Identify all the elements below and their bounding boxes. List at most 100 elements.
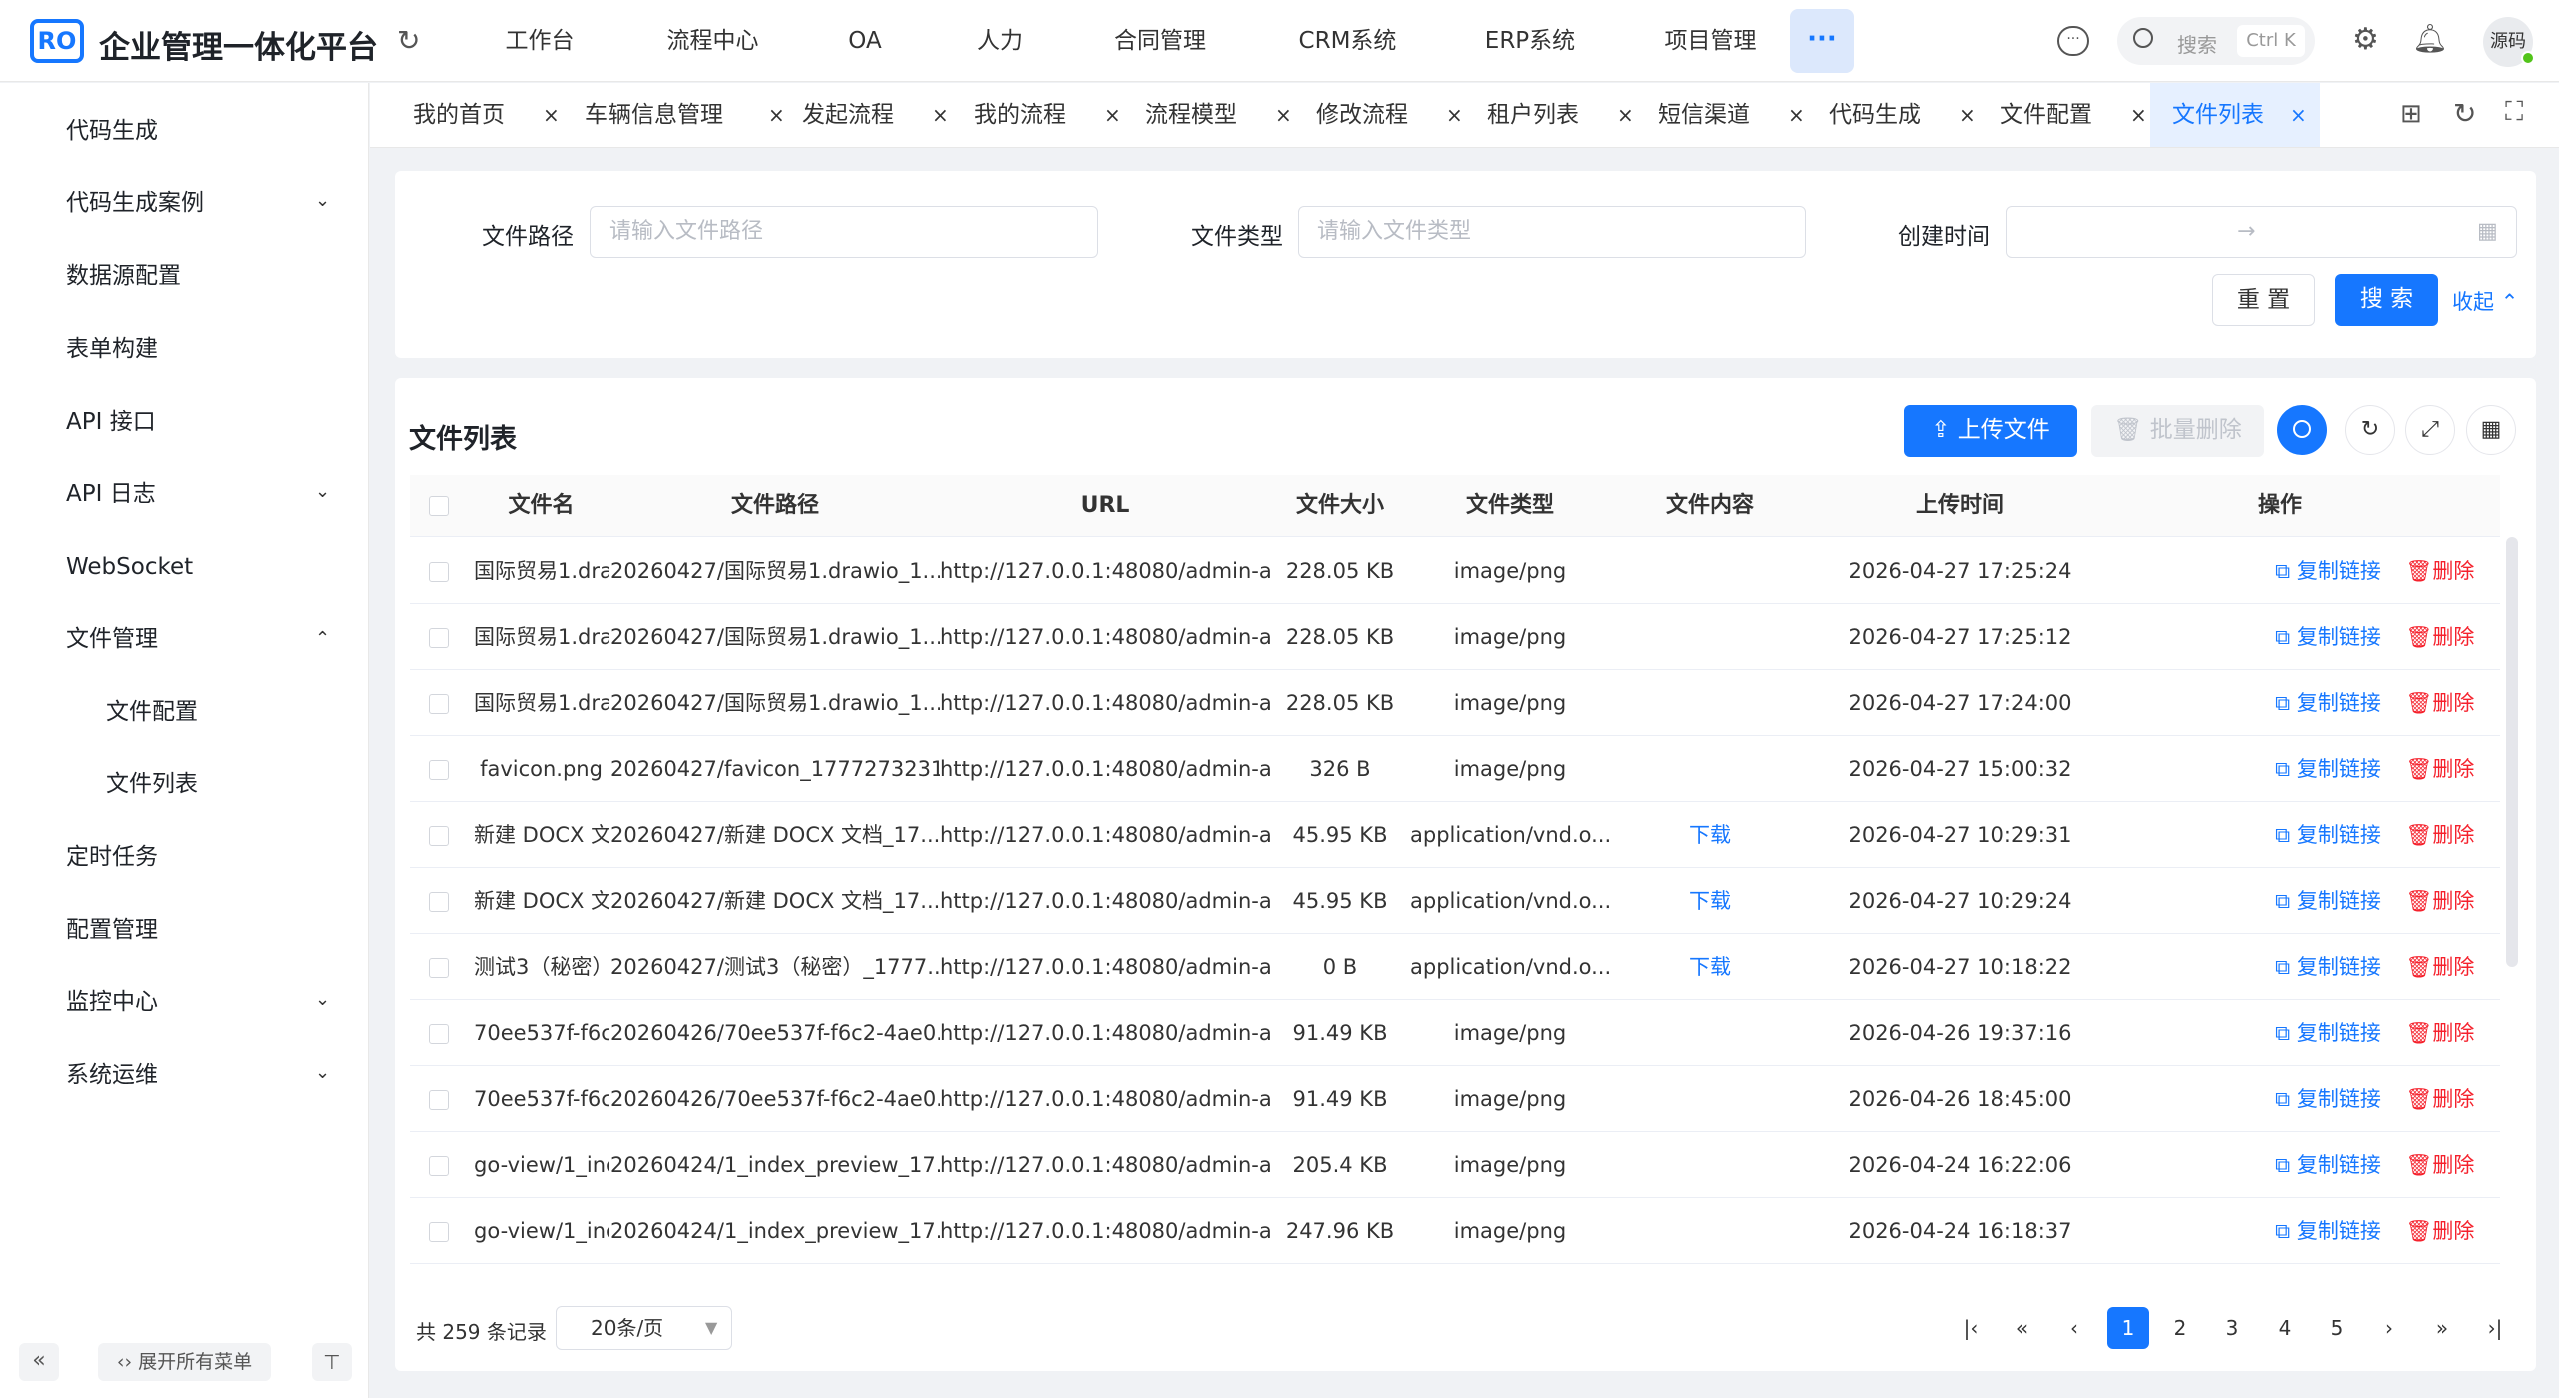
tab-home[interactable]: 我的首页 ×: [413, 83, 563, 147]
fullscreen-table-button[interactable]: ⤢: [2405, 405, 2455, 455]
batch-delete-button[interactable]: 🗑︎ 批量删除: [2091, 405, 2264, 457]
nav-item-erp[interactable]: ERP系统: [1480, 0, 1580, 82]
nav-item-contract[interactable]: 合同管理: [1110, 0, 1210, 82]
tab-tenant-list[interactable]: 租户列表 ×: [1487, 83, 1637, 147]
search-button[interactable]: 搜 索: [2335, 274, 2438, 326]
refresh-table-button[interactable]: ↻: [2345, 405, 2395, 455]
copy-link-button[interactable]: ⧉ 复制链接: [2263, 604, 2393, 670]
tab-vehicle-info[interactable]: 车辆信息管理 ×: [585, 83, 785, 147]
table-scrollbar[interactable]: [2506, 537, 2518, 967]
sidebar-item-monitor[interactable]: 监控中心: [66, 982, 158, 1022]
bell-icon[interactable]: 🔔︎: [2412, 22, 2448, 55]
sidebar-item-form-builder[interactable]: 表单构建: [66, 329, 158, 369]
col-url[interactable]: URL: [940, 475, 1270, 537]
copy-link-button[interactable]: ⧉ 复制链接: [2263, 1198, 2393, 1264]
row-checkbox[interactable]: [429, 826, 449, 846]
sidebar-item-file-mgmt[interactable]: 文件管理: [66, 619, 158, 659]
nav-item-process-center[interactable]: 流程中心: [660, 0, 765, 82]
cell-content[interactable]: 下载: [1610, 934, 1810, 1000]
expand-all-menus-button[interactable]: ‹› 展开所有菜单: [98, 1343, 271, 1381]
row-checkbox[interactable]: [429, 562, 449, 582]
copy-link-button[interactable]: ⧉ 复制链接: [2263, 802, 2393, 868]
reload-tab-icon[interactable]: ↻: [2453, 97, 2476, 130]
col-filename[interactable]: 文件名: [474, 475, 609, 537]
sidebar-item-scheduled-tasks[interactable]: 定时任务: [66, 837, 158, 877]
row-checkbox[interactable]: [429, 694, 449, 714]
row-checkbox[interactable]: [429, 760, 449, 780]
refresh-icon[interactable]: ↻: [397, 24, 420, 57]
copy-link-button[interactable]: ⧉ 复制链接: [2263, 1000, 2393, 1066]
close-icon[interactable]: ×: [1446, 83, 1463, 147]
search-toggle-button[interactable]: [2277, 405, 2327, 455]
copy-link-button[interactable]: ⧉ 复制链接: [2263, 868, 2393, 934]
delete-button[interactable]: 🗑︎删除: [2400, 868, 2480, 934]
global-search[interactable]: 搜索 Ctrl K: [2117, 17, 2315, 65]
tab-file-config[interactable]: 文件配置 ×: [2000, 83, 2150, 147]
cell-content[interactable]: 下载: [1610, 802, 1810, 868]
close-icon[interactable]: ×: [1959, 83, 1976, 147]
next-page-button[interactable]: ›: [2368, 1307, 2410, 1349]
nav-item-hr[interactable]: 人力: [972, 0, 1028, 82]
close-icon[interactable]: ×: [1275, 83, 1292, 147]
sidebar-item-file-config[interactable]: 文件配置: [106, 692, 198, 732]
copy-link-button[interactable]: ⧉ 复制链接: [2263, 934, 2393, 1000]
chat-icon[interactable]: ···: [2057, 26, 2089, 56]
fullscreen-icon[interactable]: ⛶: [2505, 97, 2523, 128]
row-checkbox[interactable]: [429, 1222, 449, 1242]
row-checkbox[interactable]: [429, 1024, 449, 1044]
tab-process-model[interactable]: 流程模型 ×: [1145, 83, 1295, 147]
upload-file-button[interactable]: ⇪ 上传文件: [1904, 405, 2077, 457]
close-icon[interactable]: ×: [2290, 83, 2307, 147]
sidebar-item-api[interactable]: API 接口: [66, 402, 156, 442]
copy-link-button[interactable]: ⧉ 复制链接: [2263, 1066, 2393, 1132]
create-time-range-picker[interactable]: → ▦: [2006, 206, 2517, 258]
delete-button[interactable]: 🗑︎删除: [2400, 1000, 2480, 1066]
close-icon[interactable]: ×: [1617, 83, 1634, 147]
nav-item-crm[interactable]: CRM系统: [1295, 0, 1400, 82]
nav-item-oa[interactable]: OA: [840, 0, 890, 82]
copy-link-button[interactable]: ⧉ 复制链接: [2263, 538, 2393, 604]
close-icon[interactable]: ×: [1104, 83, 1121, 147]
row-checkbox[interactable]: [429, 1156, 449, 1176]
page-4[interactable]: 4: [2264, 1307, 2306, 1349]
gear-icon[interactable]: ⚙: [2352, 22, 2379, 57]
sidebar-item-config-mgmt[interactable]: 配置管理: [66, 910, 158, 950]
sidebar-item-file-list[interactable]: 文件列表: [106, 764, 198, 804]
delete-button[interactable]: 🗑︎删除: [2400, 1066, 2480, 1132]
tab-sms-channel[interactable]: 短信渠道 ×: [1658, 83, 1808, 147]
page-2[interactable]: 2: [2159, 1307, 2201, 1349]
delete-button[interactable]: 🗑︎删除: [2400, 538, 2480, 604]
col-size[interactable]: 文件大小: [1270, 475, 1410, 537]
tab-file-list[interactable]: 文件列表 ×: [2150, 83, 2320, 147]
sidebar-item-codegen-demo[interactable]: 代码生成案例: [66, 183, 204, 223]
nav-item-project[interactable]: 项目管理: [1658, 0, 1763, 82]
delete-button[interactable]: 🗑︎删除: [2400, 1132, 2480, 1198]
sidebar-item-websocket[interactable]: WebSocket: [66, 547, 193, 587]
close-icon[interactable]: ×: [768, 83, 785, 147]
col-content[interactable]: 文件内容: [1610, 475, 1810, 537]
page-5[interactable]: 5: [2316, 1307, 2358, 1349]
cell-content[interactable]: 下载: [1610, 868, 1810, 934]
page-size-select[interactable]: 20条/页 ▼: [556, 1306, 732, 1350]
reset-button[interactable]: 重 置: [2212, 274, 2315, 326]
more-menu-button[interactable]: ···: [1790, 9, 1854, 73]
delete-button[interactable]: 🗑︎删除: [2400, 736, 2480, 802]
file-type-input[interactable]: 请输入文件类型: [1298, 206, 1806, 258]
tab-edit-process[interactable]: 修改流程 ×: [1316, 83, 1466, 147]
app-logo[interactable]: RO: [30, 19, 84, 63]
copy-link-button[interactable]: ⧉ 复制链接: [2263, 736, 2393, 802]
column-settings-button[interactable]: ▦: [2466, 405, 2516, 455]
tab-my-process[interactable]: 我的流程 ×: [974, 83, 1124, 147]
delete-button[interactable]: 🗑︎删除: [2400, 934, 2480, 1000]
next-group-button[interactable]: »: [2421, 1307, 2463, 1349]
tab-grid-icon[interactable]: ⊞: [2400, 99, 2422, 129]
close-icon[interactable]: ×: [2130, 83, 2147, 147]
last-page-button[interactable]: ›|: [2474, 1307, 2516, 1349]
sidebar-item-codegen[interactable]: 代码生成: [66, 111, 158, 151]
sidebar-item-api-log[interactable]: API 日志: [66, 474, 156, 514]
nav-item-workbench[interactable]: 工作台: [500, 0, 580, 82]
tab-codegen[interactable]: 代码生成 ×: [1829, 83, 1979, 147]
copy-link-button[interactable]: ⧉ 复制链接: [2263, 670, 2393, 736]
delete-button[interactable]: 🗑︎删除: [2400, 802, 2480, 868]
col-type[interactable]: 文件类型: [1410, 475, 1610, 537]
